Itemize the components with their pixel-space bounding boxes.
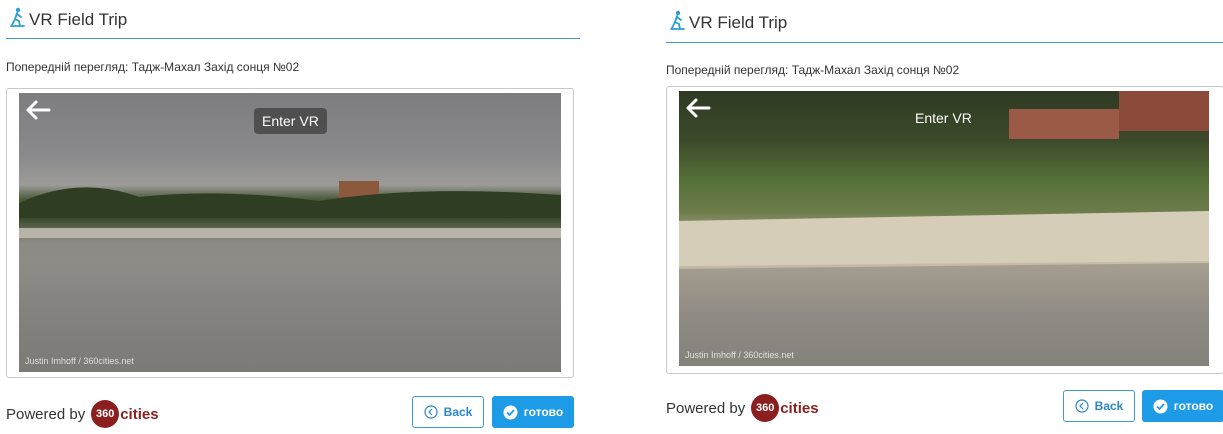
arrow-left-icon[interactable] [25,99,55,125]
check-circle-icon [503,405,518,420]
enter-vr-button[interactable]: Enter VR [254,108,327,134]
done-label: готово [1173,399,1214,413]
header-divider [6,38,580,39]
back-label: Back [1094,399,1124,413]
panorama-scene[interactable]: Enter VR Justin Imhoff / 360cities.net [19,93,561,372]
chevron-left-circle-icon [424,405,438,419]
done-label: готово [523,405,564,419]
back-label: Back [443,405,473,419]
photo-credit: Justin Imhoff / 360cities.net [685,350,794,360]
done-button[interactable]: готово [1142,390,1223,422]
header-divider [666,42,1223,43]
logo-text: cities [780,399,819,417]
preview-label: Попередній перегляд: Тадж-Махал Захід со… [666,63,960,77]
360cities-logo: 360 cities [751,394,819,422]
hiker-icon [668,10,686,35]
powered-by: Powered by 360 cities [666,394,819,422]
logo-number: 360 [91,400,120,428]
back-button[interactable]: Back [1063,390,1135,422]
header: VR Field Trip [8,7,127,32]
panorama-details [679,91,1209,366]
preview-label: Попередній перегляд: Тадж-Махал Захід со… [6,60,300,74]
enter-vr-button[interactable]: Enter VR [907,105,980,131]
app-title: VR Field Trip [29,9,128,29]
vr-viewer[interactable]: Enter VR Justin Imhoff / 360cities.net [666,86,1223,374]
logo-text: cities [120,405,159,423]
powered-by: Powered by 360 cities [6,400,159,428]
chevron-left-circle-icon [1075,399,1089,413]
hiker-icon [8,7,26,32]
panorama-details [19,181,561,372]
360cities-logo: 360 cities [91,400,159,428]
photo-credit: Justin Imhoff / 360cities.net [25,356,134,366]
vr-viewer[interactable]: Enter VR Justin Imhoff / 360cities.net [6,88,574,378]
logo-number: 360 [751,394,780,422]
app-title: VR Field Trip [689,12,788,32]
powered-by-label: Powered by [666,399,746,417]
header: VR Field Trip [668,10,787,35]
back-button[interactable]: Back [412,396,484,428]
done-button[interactable]: готово [492,396,574,428]
arrow-left-icon[interactable] [685,97,715,123]
powered-by-label: Powered by [6,405,86,423]
check-circle-icon [1153,399,1168,414]
panorama-scene[interactable]: Enter VR Justin Imhoff / 360cities.net [679,91,1209,366]
